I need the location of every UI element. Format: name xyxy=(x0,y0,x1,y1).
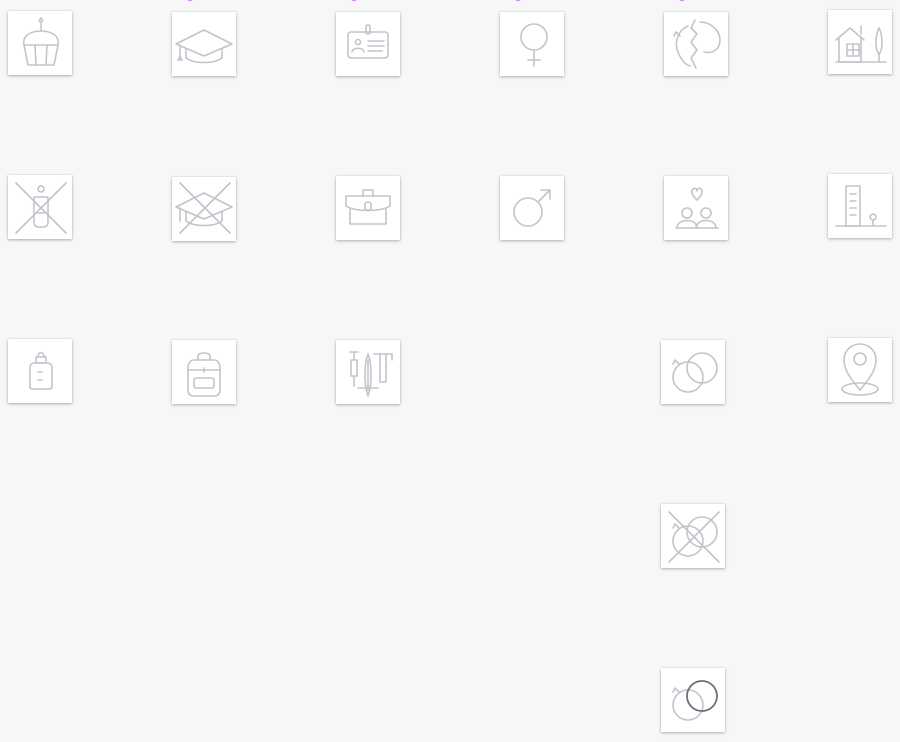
location-pin-icon xyxy=(841,343,879,396)
icon-tile-location[interactable] xyxy=(828,338,892,402)
icon-tile-broken-relationship[interactable] xyxy=(664,12,728,76)
house-with-tree-icon xyxy=(835,25,887,63)
accent-mark xyxy=(677,0,687,1)
married-rings-highlighted-icon xyxy=(672,680,718,721)
icon-tile-male[interactable] xyxy=(500,176,564,240)
icon-tile-id-card[interactable] xyxy=(336,12,400,76)
no-education-icon xyxy=(175,182,233,234)
id-card-icon xyxy=(347,24,389,59)
briefcase-icon xyxy=(345,189,391,225)
icon-tile-rings[interactable] xyxy=(661,340,725,404)
icon-tile-graduation[interactable] xyxy=(172,12,236,76)
icon-tile-backpack[interactable] xyxy=(172,340,236,404)
icon-tile-couple[interactable] xyxy=(664,176,728,240)
accent-mark xyxy=(513,0,523,1)
couple-with-heart-icon xyxy=(675,187,719,229)
work-tools-icon xyxy=(349,351,393,397)
icon-tile-not-married[interactable] xyxy=(661,504,725,568)
icon-tile-briefcase[interactable] xyxy=(336,176,400,240)
icon-tile-office[interactable] xyxy=(828,174,892,238)
office-building-icon xyxy=(835,185,887,227)
graduation-cap-icon xyxy=(175,29,233,64)
icon-tile-cupcake[interactable] xyxy=(8,11,72,75)
female-symbol-icon xyxy=(520,23,548,67)
icon-tile-female[interactable] xyxy=(500,12,564,76)
birthday-cupcake-icon xyxy=(22,17,60,66)
male-symbol-icon xyxy=(513,189,551,227)
accent-mark xyxy=(349,0,359,1)
icon-tile-baby-bottle[interactable] xyxy=(8,339,72,403)
icon-tile-married[interactable] xyxy=(661,668,725,732)
icon-tile-house[interactable] xyxy=(828,10,892,74)
icon-tile-no-education[interactable] xyxy=(172,177,236,241)
school-backpack-icon xyxy=(187,352,221,397)
accent-mark xyxy=(185,0,195,1)
icon-tile-work-tools[interactable] xyxy=(336,340,400,404)
broken-relationship-icon xyxy=(673,19,721,69)
no-children-icon xyxy=(15,182,67,234)
icon-tile-no-children[interactable] xyxy=(8,175,72,239)
baby-bottle-icon xyxy=(29,351,53,390)
not-married-icon xyxy=(668,511,720,563)
interlocking-rings-icon xyxy=(672,352,718,393)
